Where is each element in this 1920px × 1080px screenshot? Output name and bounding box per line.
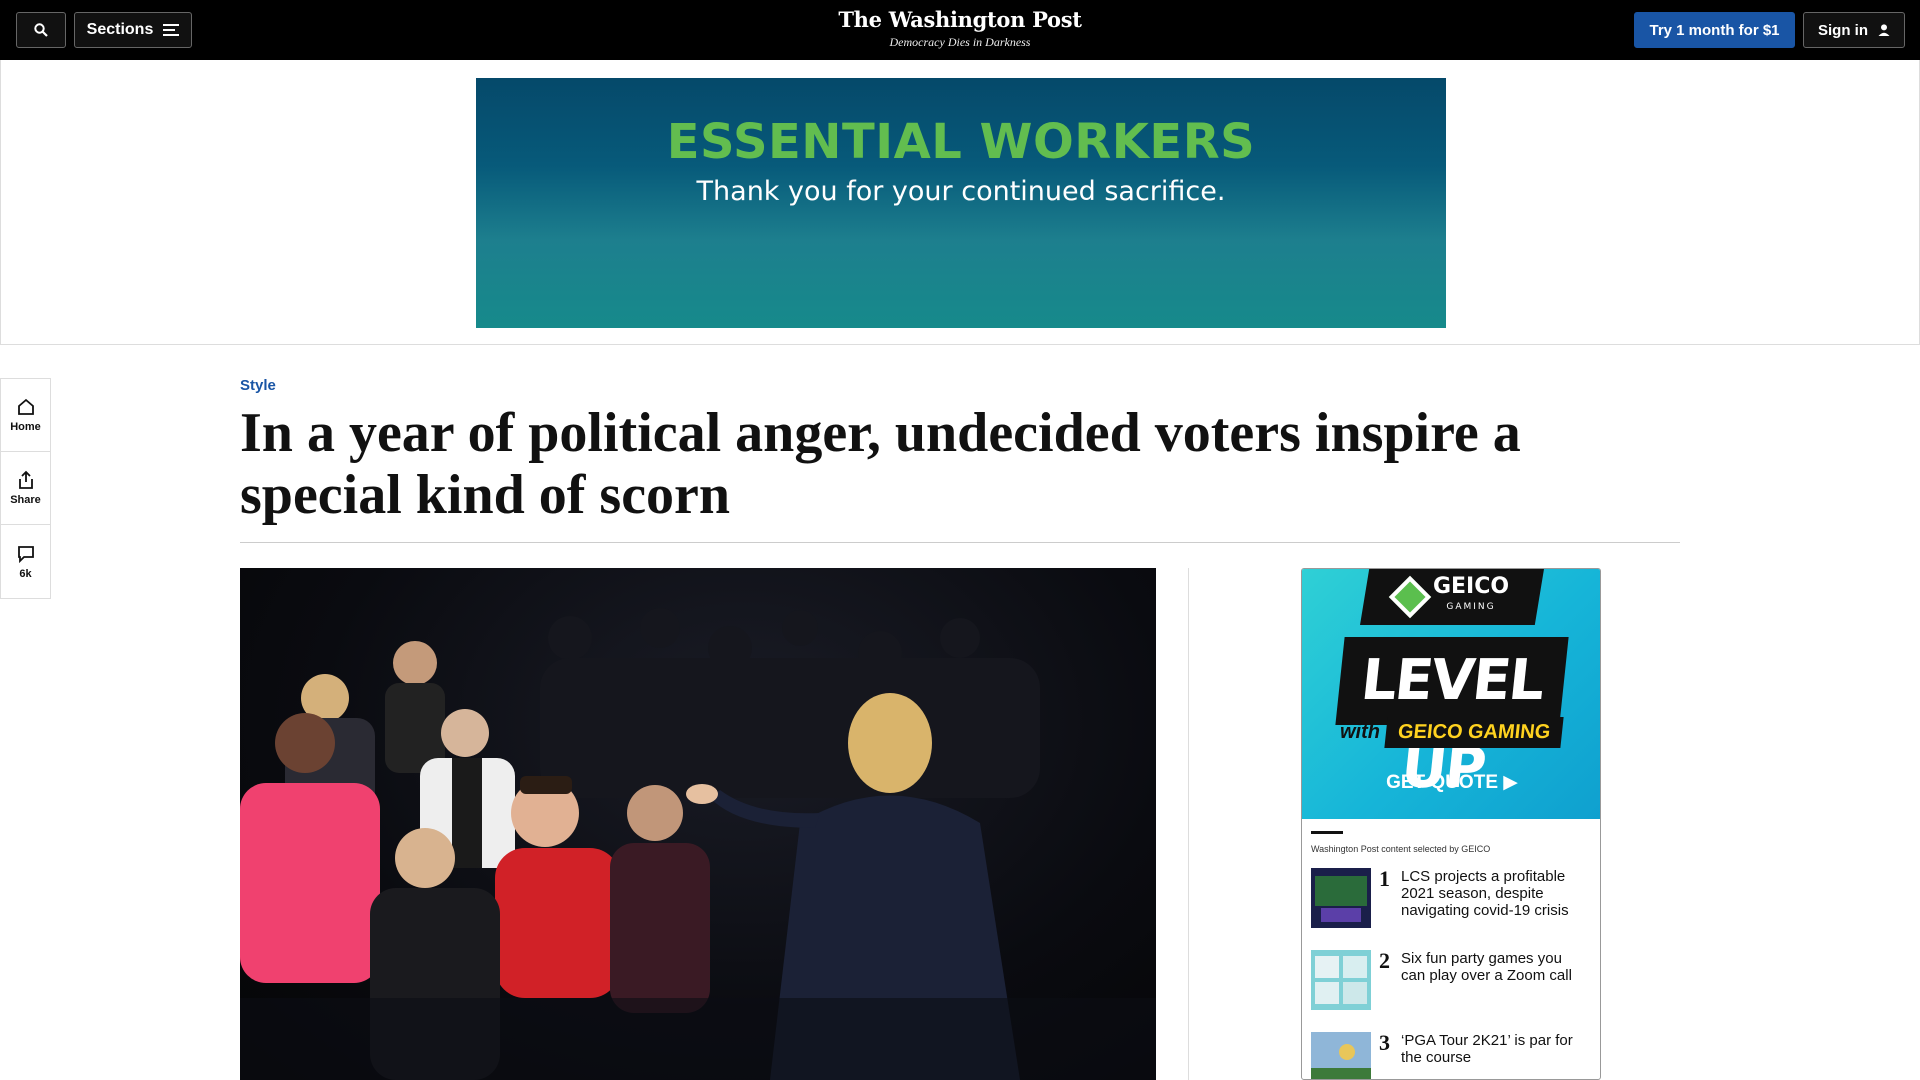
story-title[interactable]: LCS projects a profitable 2021 season, d… bbox=[1401, 868, 1581, 919]
list-item[interactable]: 2 Six fun party games you can play over … bbox=[1311, 950, 1591, 1010]
geico-logo: GEICO GAMING bbox=[1360, 569, 1544, 625]
sign-in-label: Sign in bbox=[1818, 21, 1868, 39]
geico-gaming-label: GEICO GAMING bbox=[1384, 717, 1564, 748]
comment-icon bbox=[17, 545, 34, 563]
home-icon bbox=[17, 398, 34, 415]
geico-brand: GEICO bbox=[1432, 574, 1510, 599]
get-quote-button[interactable]: GET QUOTE ▶ bbox=[1302, 771, 1600, 794]
debate-audience-image bbox=[240, 608, 1156, 1080]
story-rank: 3 bbox=[1379, 1030, 1390, 1055]
sponsor-note: Washington Post content selected by GEIC… bbox=[1311, 844, 1491, 854]
section-kicker-link[interactable]: Style bbox=[240, 377, 276, 394]
subscribe-trial-button[interactable]: Try 1 month for $1 bbox=[1634, 12, 1795, 48]
left-action-rail: Home Share 6k bbox=[0, 378, 51, 599]
essential-workers-ad[interactable]: ESSENTIAL WORKERS Thank you for your con… bbox=[476, 78, 1446, 328]
story-title[interactable]: Six fun party games you can play over a … bbox=[1401, 950, 1581, 984]
comment-count: 6k bbox=[19, 567, 32, 580]
level-up-text: LEVEL UP bbox=[1335, 637, 1569, 801]
story-thumbnail bbox=[1311, 950, 1371, 1010]
share-button[interactable]: Share bbox=[1, 452, 50, 525]
with-word: with bbox=[1340, 721, 1380, 743]
geico-brand-sub: GAMING bbox=[1446, 602, 1496, 612]
comments-button[interactable]: 6k bbox=[1, 525, 50, 598]
logo-tagline: Democracy Dies in Darkness bbox=[889, 35, 1031, 49]
geico-diamond-icon bbox=[1388, 575, 1432, 619]
share-icon bbox=[18, 470, 33, 489]
list-item[interactable]: 3 ‘PGA Tour 2K21’ is par for the course bbox=[1311, 1030, 1591, 1079]
story-thumbnail bbox=[1311, 1032, 1371, 1079]
story-rank: 2 bbox=[1379, 948, 1390, 973]
story-title[interactable]: ‘PGA Tour 2K21’ is par for the course bbox=[1401, 1032, 1581, 1066]
ad-subline: Thank you for your continued sacrifice. bbox=[696, 176, 1226, 207]
top-navigation-bar: Sections The Washington Post Democracy D… bbox=[0, 0, 1920, 60]
list-item[interactable]: 1 LCS projects a profitable 2021 season,… bbox=[1311, 868, 1591, 928]
user-icon bbox=[1878, 24, 1890, 36]
headline-divider bbox=[240, 542, 1680, 543]
sponsored-story-list: Washington Post content selected by GEIC… bbox=[1302, 819, 1600, 1079]
home-label: Home bbox=[10, 421, 41, 433]
lead-photo[interactable] bbox=[240, 568, 1156, 1080]
home-button[interactable]: Home bbox=[1, 379, 50, 452]
site-logo[interactable]: The Washington Post Democracy Dies in Da… bbox=[0, 7, 1920, 50]
article-headline: In a year of political anger, undecided … bbox=[240, 402, 1521, 526]
geico-ad-art[interactable]: GEICO GAMING LEVEL UP with GEICO GAMING … bbox=[1302, 569, 1600, 819]
sign-in-button[interactable]: Sign in bbox=[1803, 12, 1905, 48]
share-label: Share bbox=[10, 494, 41, 506]
logo-wordmark: The Washington Post bbox=[838, 7, 1082, 32]
story-rank: 1 bbox=[1379, 866, 1390, 891]
ad-headline: ESSENTIAL WORKERS bbox=[666, 114, 1256, 170]
top-ad-container: ESSENTIAL WORKERS Thank you for your con… bbox=[0, 60, 1920, 345]
story-thumbnail bbox=[1311, 868, 1371, 928]
with-geico-gaming: with GEICO GAMING bbox=[1340, 717, 1564, 748]
geico-sidebar-ad[interactable]: GEICO GAMING LEVEL UP with GEICO GAMING … bbox=[1301, 568, 1601, 1080]
list-dash bbox=[1311, 831, 1343, 834]
column-divider bbox=[1188, 568, 1189, 1080]
